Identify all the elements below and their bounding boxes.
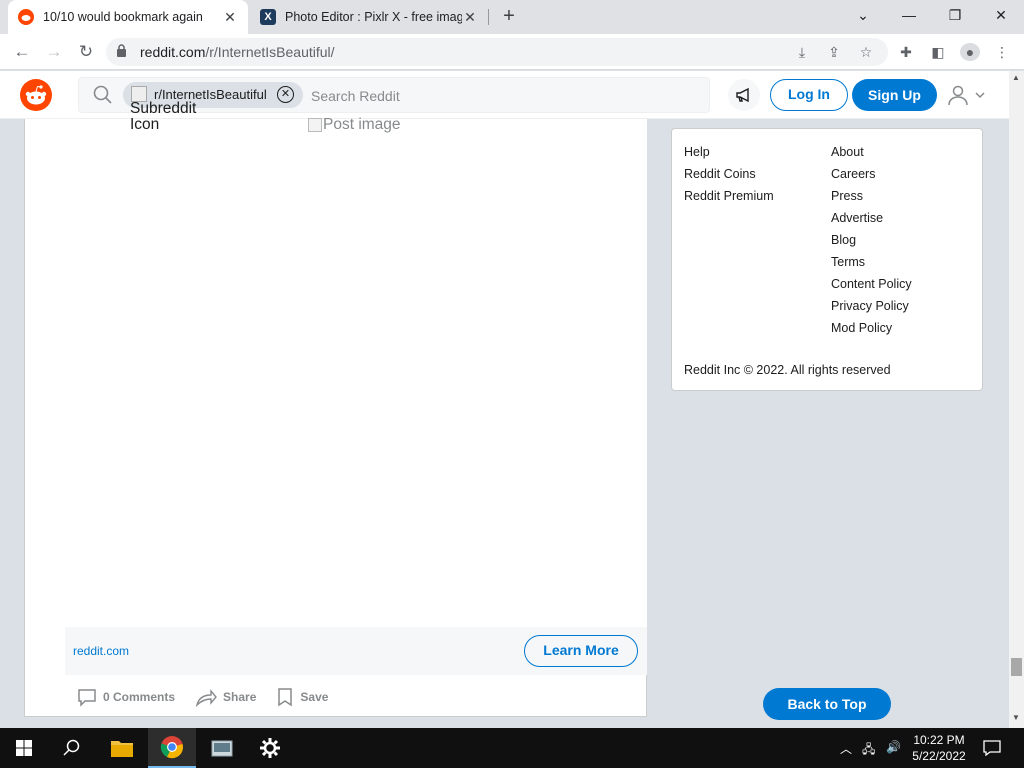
footer-link-press[interactable]: Press	[831, 187, 912, 209]
tray-chevron-icon[interactable]: ︿	[840, 740, 852, 757]
post-domain-link[interactable]: reddit.com	[73, 644, 129, 658]
menu-icon[interactable]: ⋮	[992, 43, 1012, 61]
share-arrow-icon	[195, 689, 217, 707]
scroll-down-icon[interactable]: ▼	[1012, 713, 1020, 722]
scrollbar-thumb[interactable]	[1011, 658, 1022, 676]
footer-link-terms[interactable]: Terms	[831, 253, 912, 275]
extensions-icon[interactable]: ✚	[896, 43, 916, 61]
share-button[interactable]: Share	[195, 687, 256, 707]
footer-link-reddit-premium[interactable]: Reddit Premium	[684, 187, 774, 209]
taskbar-clock[interactable]: 10:22 PM 5/22/2022	[908, 732, 970, 764]
clear-chip-icon[interactable]: ✕	[277, 86, 294, 103]
post-media-area[interactable]	[65, 119, 647, 627]
file-explorer-icon[interactable]	[98, 728, 146, 768]
user-menu-dropdown[interactable]	[946, 83, 990, 107]
windows-taskbar: ︿ 🖧 🔊 10:22 PM 5/22/2022	[0, 728, 1024, 768]
search-input[interactable]: Search Reddit	[311, 88, 400, 104]
download-icon[interactable]: ⤓	[792, 43, 812, 61]
clock-time: 10:22 PM	[913, 733, 965, 747]
signup-button[interactable]: Sign Up	[852, 79, 937, 111]
network-icon[interactable]: 🖧	[862, 740, 875, 761]
pixlr-icon: X	[260, 9, 276, 25]
chrome-icon[interactable]	[148, 728, 196, 768]
footer-link-advertise[interactable]: Advertise	[831, 209, 912, 231]
volume-icon[interactable]: 🔊	[886, 740, 901, 754]
learn-more-button[interactable]: Learn More	[524, 635, 638, 667]
search-icon	[93, 85, 113, 110]
taskbar-search-icon[interactable]	[48, 728, 96, 768]
comments-button[interactable]: 0 Comments	[77, 687, 175, 707]
comments-label: 0 Comments	[103, 690, 176, 704]
forward-icon[interactable]: →	[42, 41, 66, 63]
advertise-megaphone-icon[interactable]	[728, 79, 760, 111]
url-path: /r/InternetIsBeautiful/	[205, 44, 335, 60]
settings-gear-icon[interactable]	[246, 728, 294, 768]
minimize-icon[interactable]: —	[886, 4, 932, 26]
page-scrollbar[interactable]: ▲ ▼	[1009, 71, 1024, 728]
save-button[interactable]: Save	[276, 687, 328, 707]
new-tab-icon[interactable]: +	[498, 5, 520, 28]
footer-links-card: Help Reddit Coins Reddit Premium About C…	[671, 128, 983, 391]
footer-link-about[interactable]: About	[831, 143, 912, 165]
login-button[interactable]: Log In	[770, 79, 848, 111]
close-window-icon[interactable]: ✕	[978, 4, 1024, 26]
close-tab-icon[interactable]: ✕	[462, 9, 478, 26]
share-label: Share	[223, 690, 257, 704]
subreddit-icon-alt-text: Subreddit Icon	[130, 100, 197, 133]
tab-search-icon[interactable]: ⌄	[840, 4, 886, 26]
broken-image-icon	[308, 118, 322, 132]
clock-date: 5/22/2022	[912, 749, 966, 763]
post-card: Post image reddit.com Learn More 0 Comme…	[24, 116, 647, 717]
footer-link-privacy-policy[interactable]: Privacy Policy	[831, 297, 912, 319]
photos-app-icon[interactable]	[198, 728, 246, 768]
save-label: Save	[300, 690, 329, 704]
share-icon[interactable]: ⇪	[824, 43, 844, 61]
post-image: Post image	[308, 116, 401, 134]
windows-start-icon[interactable]	[0, 728, 48, 768]
bookmark-star-icon[interactable]: ☆	[856, 43, 876, 61]
footer-link-content-policy[interactable]: Content Policy	[831, 275, 912, 297]
footer-link-careers[interactable]: Careers	[831, 165, 912, 187]
footer-link-blog[interactable]: Blog	[831, 231, 912, 253]
footer-link-reddit-coins[interactable]: Reddit Coins	[684, 165, 774, 187]
footer-link-mod-policy[interactable]: Mod Policy	[831, 319, 912, 341]
tab-title: 10/10 would bookmark again	[43, 10, 203, 24]
address-bar[interactable]: reddit.com/r/InternetIsBeautiful/	[106, 38, 888, 66]
url-host: reddit.com	[140, 44, 206, 60]
scroll-up-icon[interactable]: ▲	[1012, 73, 1020, 82]
tab-strip: 10/10 would bookmark again ✕ X Photo Edi…	[0, 0, 1024, 34]
footer-link-help[interactable]: Help	[684, 143, 774, 165]
footer-links-column-1: Help Reddit Coins Reddit Premium	[684, 143, 774, 209]
back-icon[interactable]: ←	[10, 41, 34, 63]
post-image-alt-text: Post image	[323, 116, 401, 133]
back-to-top-button[interactable]: Back to Top	[763, 688, 891, 720]
bookmark-icon	[278, 688, 293, 707]
tab-pixlr[interactable]: X Photo Editor : Pixlr X - free imag ✕	[250, 0, 488, 34]
tab-separator	[488, 9, 489, 25]
browser-toolbar: ← → ↻ reddit.com/r/InternetIsBeautiful/ …	[0, 34, 1024, 70]
reddit-logo-icon[interactable]	[20, 79, 52, 111]
footer-links-column-2: About Careers Press Advertise Blog Terms…	[831, 143, 912, 341]
post-actions: 0 Comments Share Save	[77, 685, 348, 709]
side-panel-icon[interactable]: ◧	[928, 43, 948, 61]
restore-icon[interactable]: ❐	[932, 4, 978, 26]
copyright-text: Reddit Inc © 2022. All rights reserved	[684, 363, 891, 377]
reddit-icon	[18, 9, 34, 25]
comment-icon	[78, 689, 96, 707]
reload-icon[interactable]: ↻	[74, 41, 98, 63]
lock-icon	[116, 44, 130, 60]
tab-title: Photo Editor : Pixlr X - free imag	[285, 10, 462, 24]
tab-reddit[interactable]: 10/10 would bookmark again ✕	[8, 0, 248, 34]
notifications-icon[interactable]	[968, 728, 1016, 768]
profile-icon[interactable]: ●	[960, 43, 980, 61]
post-link-footer: reddit.com Learn More	[65, 627, 647, 675]
close-tab-icon[interactable]: ✕	[222, 9, 238, 26]
